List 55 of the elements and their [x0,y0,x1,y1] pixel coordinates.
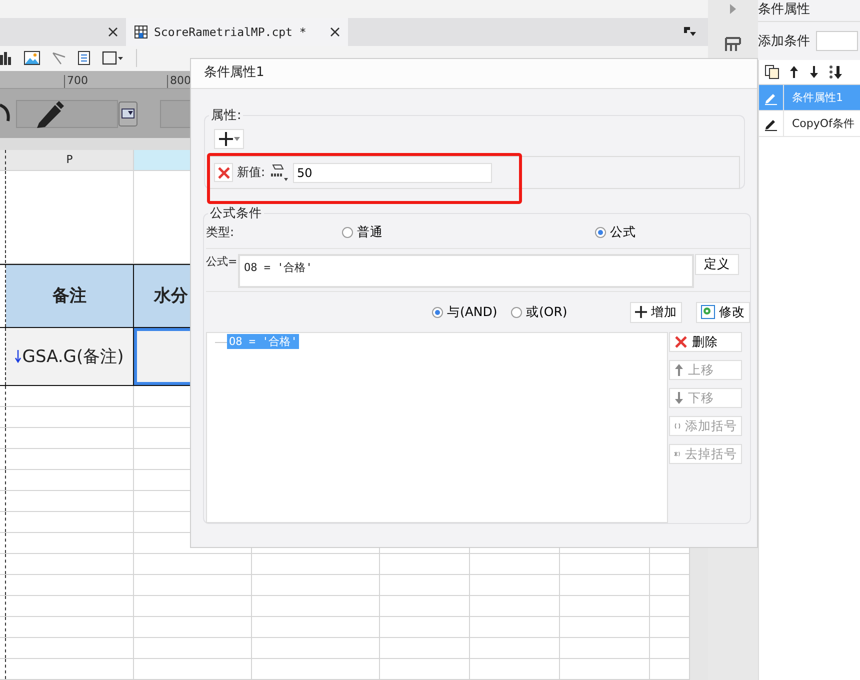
document-icon[interactable] [78,51,90,66]
plus-icon [218,132,232,146]
arrow-up-icon [789,65,799,79]
dialog-title: 条件属性1 [191,59,757,89]
formula-field[interactable]: O8 = '合格' [238,254,694,288]
remove-button[interactable] [214,163,233,182]
add-button[interactable]: 增加 [630,302,682,323]
type-radio[interactable]: 普通 [342,224,595,242]
condition-name-field[interactable] [816,31,858,51]
bar-chart-icon[interactable] [0,51,12,66]
column-header[interactable] [0,150,6,170]
dropdown-icon[interactable] [118,100,138,127]
layout-icon[interactable] [725,36,741,52]
group-label: 属性: [210,107,242,124]
group-label: 公式条件 [209,205,263,222]
define-button[interactable]: 定义 [695,254,739,275]
table-cell-text: GSA.G(备注) [22,346,124,368]
add-property-button[interactable] [214,129,244,149]
gear-icon [701,305,715,320]
modify-button[interactable]: 修改 [696,302,750,323]
delete-button[interactable]: 删除 [669,332,742,352]
logic-radio[interactable]: 与(AND) [432,304,511,321]
arrow-down-icon [809,65,819,79]
close-icon[interactable] [330,26,340,37]
arrow-down-icon [15,349,22,364]
panel-title: 条件属性 [758,0,860,22]
close-icon [674,335,688,349]
table-cell-text: 备注 [52,285,86,308]
border-icon[interactable] [102,51,124,66]
formula-label: 公式= [206,254,238,270]
style-field[interactable] [16,100,118,128]
move-down-icon[interactable] [829,65,843,79]
table-cell-text: 水分 [154,285,188,308]
grid-file-icon [134,24,148,39]
arrow-down-icon [674,391,684,405]
plus-icon [635,306,647,318]
condition-list-item[interactable]: CopyOf条件 [759,111,860,137]
ruler-label: 700 [64,75,167,88]
pencil-icon [35,98,65,129]
value-field[interactable]: 50 [293,162,492,182]
add-condition-label: 添加条件 [758,33,810,50]
arrow-up-icon [674,363,684,377]
dropdown-menu-icon[interactable] [684,26,696,37]
property-label: 新值: [237,164,266,181]
logic-radio[interactable]: 或(OR) [511,304,630,321]
column-header[interactable]: P [6,150,134,170]
type-radio[interactable]: 公式 [595,224,655,242]
close-icon[interactable] [108,26,118,37]
file-tab[interactable]: ScoreRametrialMP.cpt * [126,18,348,46]
close-icon [216,166,230,180]
line-icon[interactable] [52,51,66,66]
text-format-icon[interactable] [269,164,290,182]
type-label: 类型: [206,224,236,242]
copy-icon[interactable] [765,65,779,79]
image-icon[interactable] [24,51,40,66]
